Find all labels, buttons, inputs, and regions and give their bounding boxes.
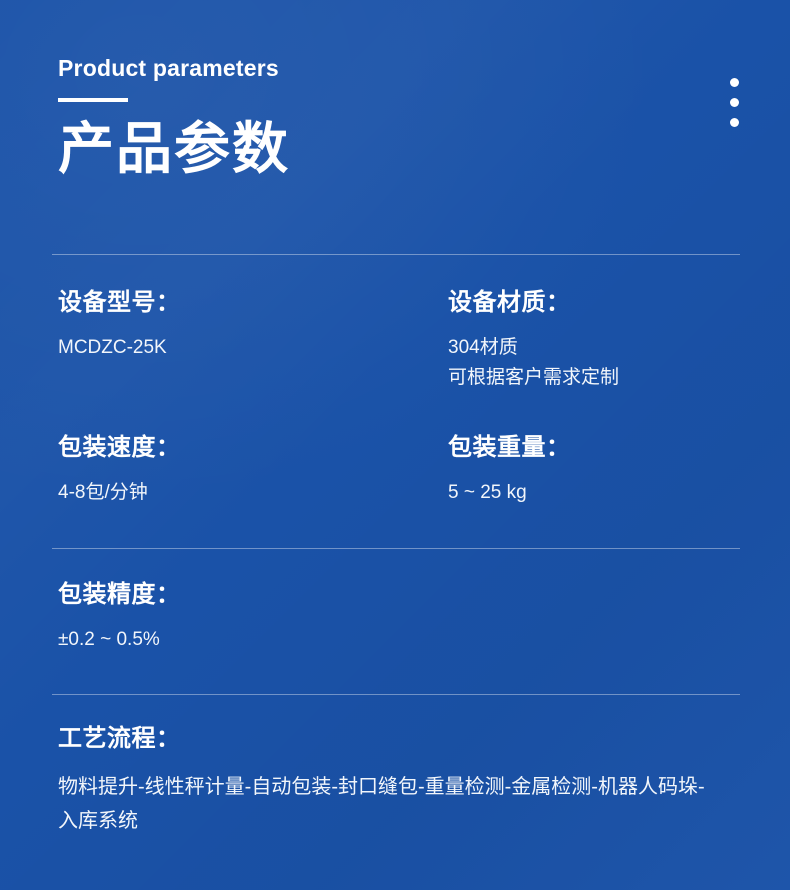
divider-top [52,254,740,255]
process-flow-section: 工艺流程： 物料提升-线性秤计量-自动包装-封口缝包-重量检测-金属检测-机器人… [58,718,730,839]
spec-item-model: 设备型号： MCDZC-25K [58,288,438,363]
process-flow-text: 物料提升-线性秤计量-自动包装-封口缝包-重量检测-金属检测-机器人码垛-入库系… [58,776,705,833]
spec-value: 304材质 [448,337,518,358]
spec-value: 4-8包/分钟 [58,482,148,503]
spec-item-accuracy: 包装精度： ±0.2 ~ 0.5% [58,580,438,655]
page-title: 产品参数 [58,117,290,181]
dot-2 [730,98,739,107]
spec-values: 4-8包/分钟 [58,478,438,508]
divider-middle [52,548,740,549]
process-flow-label: 工艺流程： [58,725,181,752]
spec-item-weight: 包装重量： 5 ~ 25 kg [448,433,748,508]
spec-values: ±0.2 ~ 0.5% [58,625,438,655]
dot-3 [730,118,739,127]
spec-value: MCDZC-25K [58,337,167,358]
product-parameters-page: Product parameters 产品参数 设备型号： MCDZC-25K … [0,0,790,890]
page-subtitle-en: Product parameters [58,55,279,81]
spec-label: 包装精度： [58,581,181,608]
spec-label: 包装重量： [448,434,571,461]
spec-item-material: 设备材质： 304材质 可根据客户需求定制 [448,288,748,393]
divider-bottom [52,694,740,695]
spec-value: 5 ~ 25 kg [448,482,527,503]
three-dots-vertical-icon [730,78,739,127]
spec-value: 可根据客户需求定制 [448,367,620,389]
spec-value: ±0.2 ~ 0.5% [58,629,160,650]
spec-values: 5 ~ 25 kg [448,478,748,508]
spec-label: 设备型号： [58,289,181,316]
spec-label: 包装速度： [58,434,181,461]
spec-values: MCDZC-25K [58,333,438,363]
dot-1 [730,78,739,87]
page-header: Product parameters 产品参数 [58,55,290,181]
spec-values: 304材质 可根据客户需求定制 [448,333,748,393]
spec-label: 设备材质： [448,289,571,316]
spec-item-speed: 包装速度： 4-8包/分钟 [58,433,438,508]
title-underline-rule [58,98,128,103]
